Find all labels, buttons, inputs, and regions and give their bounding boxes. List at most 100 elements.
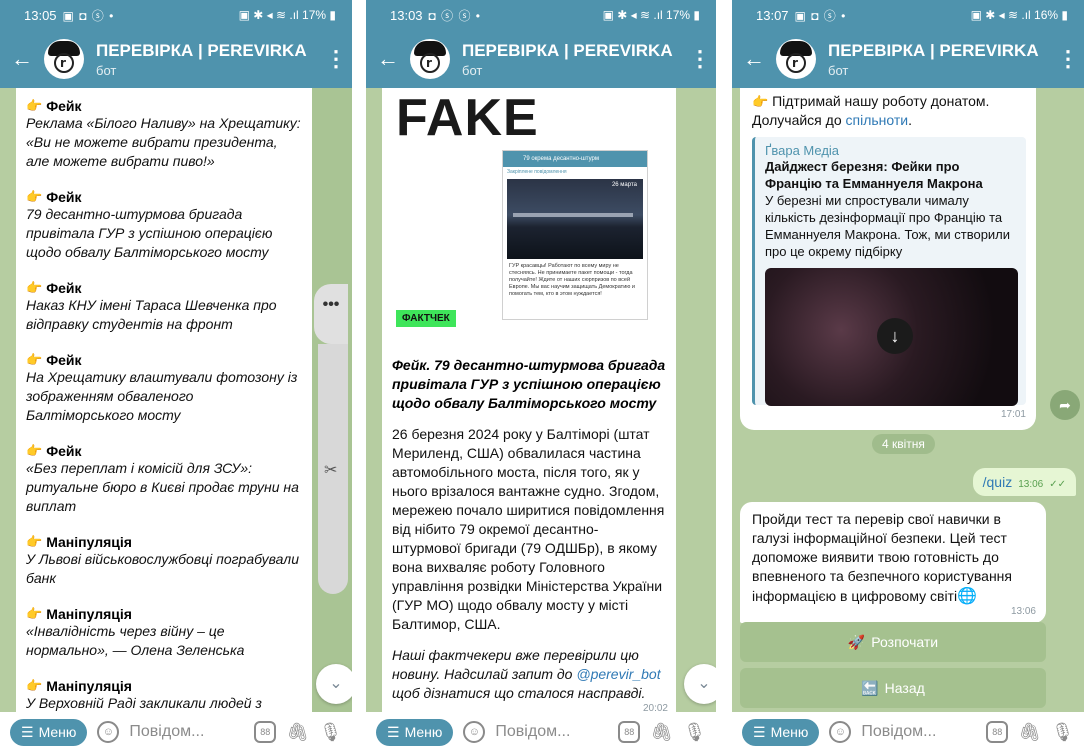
item-text: На Хрещатику влаштували фотозону із зобр…	[26, 369, 298, 423]
chat-header: ← r ПЕРЕВІРКА | PEREVIRKA бот ⋮	[732, 30, 1084, 88]
notification-icons: ◘ ⓢ ⓢ •	[428, 8, 481, 23]
separator	[352, 0, 366, 752]
back-sign-icon: 🔙	[861, 679, 879, 696]
outgoing-message: /quiz 13:06 ✓✓	[972, 468, 1076, 496]
preview-media[interactable]: ↓	[765, 268, 1018, 406]
more-options-icon[interactable]: ⋮	[320, 46, 352, 72]
emoji-icon[interactable]: ☺	[463, 721, 486, 743]
bot-link[interactable]: @perevir_bot	[576, 666, 660, 682]
shot-text: ГУР красавцы! Работают по всему миру не …	[509, 263, 635, 297]
forward-icon[interactable]: ➦	[1050, 390, 1080, 420]
emoji-icon[interactable]: ☺	[829, 721, 852, 743]
item-text: У Верховній Раді закликали людей з інвал…	[26, 695, 262, 711]
donate-text: 👉 Підтримай нашу роботу донатом. Долучай…	[752, 92, 1026, 129]
screenshot-panel-1: 13:05 ▣ ◘ ⓢ • ▣ ✱ ◂ ≋ .ıl 17% ▮ ← r ПЕРЕ…	[0, 0, 352, 752]
start-label: Розпочати	[871, 634, 939, 650]
bot-commands-icon[interactable]: 88	[986, 721, 1009, 743]
preview-text: У березні ми спростували чималу кількіст…	[765, 193, 1011, 259]
notification-icons: ▣ ◘ ⓢ •	[62, 8, 115, 23]
notification-icons: ▣ ◘ ⓢ •	[794, 8, 847, 23]
back-arrow-icon[interactable]: ←	[732, 48, 776, 70]
message-bubble: 👉 Підтримай нашу роботу донатом. Долучай…	[740, 88, 1036, 430]
input-bar: ☰ Меню ☺ Повідом... 88 🖇 🎙	[0, 712, 352, 752]
menu-label: Меню	[38, 724, 77, 740]
back-button[interactable]: 🔙 Назад	[740, 668, 1046, 708]
list-item: 👉 Маніпуляція «Інвалідність через війну –…	[26, 606, 302, 660]
avatar[interactable]: r	[410, 39, 450, 79]
item-label: Фейк	[46, 280, 82, 296]
message-input[interactable]: Повідом...	[495, 723, 608, 741]
scroll-down-button[interactable]: ⌄	[684, 664, 716, 704]
list-item: 👉 Маніпуляція У Львові військовослужбовці…	[26, 534, 302, 588]
list-item: 👉 Фейк 79 десантно-штурмова бригада приві…	[26, 189, 302, 262]
input-bar: ☰ Меню ☺ Повідом... 88 🖇 🎙	[732, 712, 1084, 752]
chat-header: ← r ПЕРЕВІРКА | PEREVIRKA бот ⋮	[0, 30, 352, 88]
link-preview[interactable]: Ґвара Медіа Дайджест березня: Фейки про …	[752, 137, 1026, 406]
menu-button[interactable]: ☰ Меню	[376, 718, 454, 746]
message-body: 26 березня 2024 року у Балтіморі (штат М…	[392, 426, 665, 632]
fake-image[interactable]: FAKE 79 окрема десантно-штурм Закріплене…	[382, 88, 676, 346]
bot-commands-icon[interactable]: 88	[618, 721, 641, 743]
rocket-icon: 🚀	[847, 633, 866, 650]
incoming-message: Пройди тест та перевір свої навички в га…	[740, 502, 1046, 623]
pointing-hand-icon: 👉	[26, 443, 43, 458]
chat-area: 👉 Підтримай нашу роботу донатом. Долучай…	[732, 88, 1084, 712]
pointing-hand-icon: 👉	[26, 280, 43, 295]
back-arrow-icon[interactable]: ←	[366, 48, 410, 70]
start-button[interactable]: 🚀 Розпочати	[740, 622, 1046, 662]
item-text: У Львові військовослужбовці пограбували …	[26, 551, 299, 586]
chat-title: ПЕРЕВІРКА | PEREVIRKA	[828, 40, 1039, 60]
shot-title: 79 окрема десантно-штурм	[523, 156, 600, 162]
bridge-shape	[513, 213, 633, 217]
more-options-icon[interactable]: ⋮	[1052, 46, 1084, 72]
scroll-down-button[interactable]: ⌄	[316, 664, 352, 704]
quiz-command[interactable]: /quiz	[983, 474, 1013, 490]
attach-icon[interactable]: 🖇	[650, 722, 673, 743]
separator	[716, 0, 732, 752]
bot-commands-icon[interactable]: 88	[254, 721, 277, 743]
shot-pinned: Закріплене повідомлення	[507, 169, 567, 175]
message-bubble: 👉 Фейк Реклама «Білого Наливу» на Хрещати…	[16, 88, 312, 712]
download-arrow-icon[interactable]: ↓	[877, 318, 913, 354]
pointing-hand-icon: 👉	[26, 189, 43, 204]
microphone-icon[interactable]: 🎙	[683, 722, 706, 743]
chevron-down-icon: ⌄	[329, 675, 343, 692]
status-time: 13:05	[24, 7, 57, 23]
avatar[interactable]: r	[44, 39, 84, 79]
menu-button[interactable]: ☰ Меню	[10, 718, 88, 746]
telegram-screenshot: 79 окрема десантно-штурм Закріплене пові…	[502, 150, 648, 320]
message-input[interactable]: Повідом...	[861, 723, 976, 741]
list-item: 👉 Фейк «Без переплат і комісій для ЗСУ»: …	[26, 443, 302, 516]
status-bar: 13:05 ▣ ◘ ⓢ • ▣ ✱ ◂ ≋ .ıl 17% ▮	[0, 0, 352, 30]
microphone-icon[interactable]: 🎙	[1051, 722, 1074, 743]
scissors-icon[interactable]: ✂	[324, 460, 337, 480]
system-icons: ▣ ✱ ◂ ≋ .ıl 16% ▮	[970, 8, 1068, 22]
status-bar: 13:07 ▣ ◘ ⓢ • ▣ ✱ ◂ ≋ .ıl 16% ▮	[732, 0, 1084, 30]
more-options-icon[interactable]: ⋮	[684, 46, 716, 72]
attach-icon[interactable]: 🖇	[286, 722, 309, 743]
attach-icon[interactable]: 🖇	[1018, 722, 1041, 743]
back-arrow-icon[interactable]: ←	[0, 48, 44, 70]
menu-button[interactable]: ☰ Меню	[742, 718, 820, 746]
list-item: 👉 Фейк Наказ КНУ імені Тараса Шевченка пр…	[26, 280, 302, 334]
more-dots-button[interactable]: •••	[314, 284, 348, 344]
item-label: Фейк	[46, 98, 82, 114]
avatar[interactable]: r	[776, 39, 816, 79]
menu-icon: ☰	[387, 723, 400, 740]
pointing-hand-icon: 👉	[26, 98, 43, 113]
shot-date: 26 марта	[611, 182, 637, 188]
preview-title: Дайджест березня: Фейки про Францію та Е…	[765, 159, 983, 191]
emoji-icon[interactable]: ☺	[97, 721, 120, 743]
item-label: Фейк	[46, 352, 82, 368]
list-item: 👉 Маніпуляція У Верховній Раді закликали …	[26, 678, 302, 712]
microphone-icon[interactable]: 🎙	[319, 722, 342, 743]
message-time: 13:06	[1010, 606, 1036, 617]
item-label: Маніпуляція	[46, 678, 132, 694]
item-text: Реклама «Білого Наливу» на Хрещатику: «В…	[26, 115, 301, 169]
message-time: 20:02	[642, 703, 668, 712]
message-input[interactable]: Повідом...	[129, 723, 244, 741]
screenshot-panel-3: 13:07 ▣ ◘ ⓢ • ▣ ✱ ◂ ≋ .ıl 16% ▮ ← r ПЕРЕ…	[732, 0, 1084, 752]
message-footer: Наші фактчекери вже перевірили цю новину…	[382, 634, 676, 703]
list-item: 👉 Фейк Реклама «Білого Наливу» на Хрещати…	[26, 98, 302, 171]
community-link[interactable]: спільноти	[846, 112, 909, 128]
